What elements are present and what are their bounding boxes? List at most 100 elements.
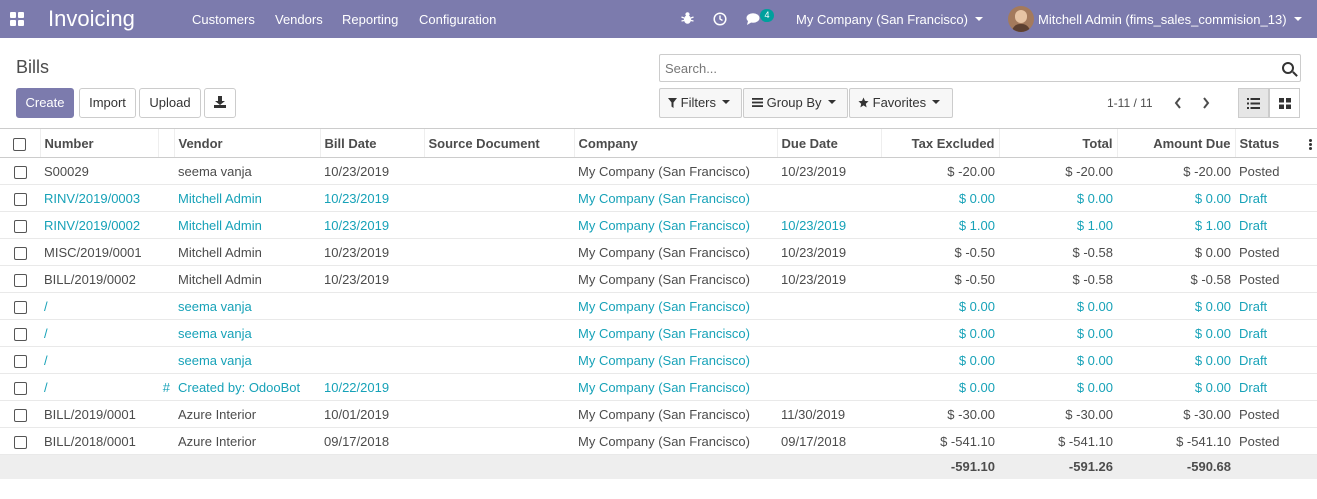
row-checkbox-cell[interactable] (0, 346, 40, 374)
cell-number[interactable]: BILL/2019/0002 (40, 265, 158, 293)
cell-amount-due[interactable]: $ 0.00 (1117, 346, 1235, 374)
filters-button[interactable]: Filters (659, 88, 742, 118)
group-by-button[interactable]: Group By (743, 88, 848, 118)
table-row[interactable]: / seema vanja My Company (San Francisco) $ … (0, 292, 1317, 320)
cell-tax-excluded[interactable]: $ 0.00 (881, 373, 999, 401)
cell-vendor[interactable]: Mitchell Admin (174, 184, 320, 212)
cell-tax-excluded[interactable]: $ -20.00 (881, 157, 999, 185)
cell-status[interactable]: Posted (1235, 427, 1317, 455)
cell-number[interactable]: / (40, 292, 158, 320)
row-checkbox[interactable] (13, 219, 27, 233)
kanban-view-button[interactable] (1269, 88, 1300, 118)
cell-vendor[interactable]: Azure Interior (174, 400, 320, 428)
cell-activity[interactable] (158, 400, 174, 428)
company-switcher[interactable]: My Company (San Francisco) (796, 12, 983, 27)
row-checkbox-cell[interactable] (0, 292, 40, 320)
import-button[interactable]: Import (79, 88, 136, 118)
row-checkbox[interactable] (13, 435, 27, 449)
column-bill-date[interactable]: Bill Date (319, 128, 424, 158)
cell-total[interactable]: $ 1.00 (999, 211, 1117, 239)
table-row[interactable]: RINV/2019/0002 Mitchell Admin 10/23/2019 My… (0, 211, 1317, 239)
cell-tax-excluded[interactable]: $ 0.00 (881, 346, 999, 374)
table-row[interactable]: BILL/2019/0001 Azure Interior 10/01/2019 My… (0, 400, 1317, 428)
upload-button[interactable]: Upload (139, 88, 201, 118)
cell-vendor[interactable]: Created by: OdooBot (174, 373, 320, 401)
row-checkbox-cell[interactable] (0, 373, 40, 401)
cell-amount-due[interactable]: $ -541.10 (1117, 427, 1235, 455)
bug-icon[interactable] (681, 11, 694, 25)
cell-activity[interactable] (158, 265, 174, 293)
cell-total[interactable]: $ 0.00 (999, 184, 1117, 212)
cell-number[interactable]: MISC/2019/0001 (40, 238, 158, 266)
cell-activity[interactable]: # (158, 373, 174, 401)
table-row[interactable]: / seema vanja My Company (San Francisco) $ … (0, 319, 1317, 347)
cell-bill-date[interactable]: 10/23/2019 (320, 265, 424, 293)
table-row[interactable]: BILL/2018/0001 Azure Interior 09/17/2018 My… (0, 427, 1317, 455)
cell-vendor[interactable]: Mitchell Admin (174, 211, 320, 239)
menu-configuration[interactable]: Configuration (419, 12, 496, 27)
cell-due-date[interactable] (777, 292, 881, 320)
menu-vendors[interactable]: Vendors (275, 12, 323, 27)
cell-vendor[interactable]: Azure Interior (174, 427, 320, 455)
cell-bill-date[interactable] (320, 346, 424, 374)
cell-amount-due[interactable]: $ 0.00 (1117, 373, 1235, 401)
cell-activity[interactable] (158, 346, 174, 374)
create-button[interactable]: Create (16, 88, 74, 118)
search-input[interactable] (665, 59, 1265, 77)
column-total[interactable]: Total (998, 128, 1117, 158)
menu-reporting[interactable]: Reporting (342, 12, 398, 27)
cell-bill-date[interactable]: 10/23/2019 (320, 184, 424, 212)
cell-number[interactable]: BILL/2019/0001 (40, 400, 158, 428)
cell-amount-due[interactable]: $ -30.00 (1117, 400, 1235, 428)
cell-amount-due[interactable]: $ 0.00 (1117, 238, 1235, 266)
cell-due-date[interactable]: 10/23/2019 (777, 265, 881, 293)
cell-amount-due[interactable]: $ 0.00 (1117, 319, 1235, 347)
cell-tax-excluded[interactable]: $ -0.50 (881, 265, 999, 293)
row-checkbox[interactable] (13, 354, 27, 368)
cell-tax-excluded[interactable]: $ -541.10 (881, 427, 999, 455)
cell-status[interactable]: Posted (1235, 400, 1317, 428)
cell-total[interactable]: $ -0.58 (999, 238, 1117, 266)
cell-company[interactable]: My Company (San Francisco) (574, 373, 777, 401)
cell-bill-date[interactable]: 10/23/2019 (320, 211, 424, 239)
cell-status[interactable]: Posted (1235, 157, 1317, 185)
cell-activity[interactable] (158, 238, 174, 266)
download-button[interactable] (204, 88, 236, 118)
row-checkbox-cell[interactable] (0, 319, 40, 347)
cell-company[interactable]: My Company (San Francisco) (574, 265, 777, 293)
pager-value[interactable]: 1-11 / 11 (1107, 97, 1153, 110)
cell-company[interactable]: My Company (San Francisco) (574, 184, 777, 212)
cell-total[interactable]: $ 0.00 (999, 319, 1117, 347)
row-checkbox[interactable] (13, 327, 27, 341)
cell-vendor[interactable]: Mitchell Admin (174, 238, 320, 266)
cell-source-document[interactable] (424, 346, 574, 374)
cell-due-date[interactable] (777, 346, 881, 374)
row-checkbox[interactable] (13, 381, 27, 395)
cell-activity[interactable] (158, 292, 174, 320)
cell-number[interactable]: / (40, 346, 158, 374)
chevron-right-icon[interactable] (1202, 97, 1210, 109)
cell-status[interactable]: Draft (1235, 211, 1317, 239)
cell-activity[interactable] (158, 157, 174, 185)
row-checkbox[interactable] (13, 165, 27, 179)
cell-number[interactable]: BILL/2018/0001 (40, 427, 158, 455)
cell-status[interactable]: Draft (1235, 373, 1317, 401)
cell-amount-due[interactable]: $ 0.00 (1117, 292, 1235, 320)
cell-amount-due[interactable]: $ 1.00 (1117, 211, 1235, 239)
column-status[interactable]: Status (1234, 128, 1317, 158)
cell-company[interactable]: My Company (San Francisco) (574, 346, 777, 374)
row-checkbox-cell[interactable] (0, 157, 40, 185)
cell-amount-due[interactable]: $ -20.00 (1117, 157, 1235, 185)
row-checkbox[interactable] (13, 273, 27, 287)
cell-company[interactable]: My Company (San Francisco) (574, 211, 777, 239)
cell-vendor[interactable]: Mitchell Admin (174, 265, 320, 293)
table-row[interactable]: MISC/2019/0001 Mitchell Admin 10/23/2019 My… (0, 238, 1317, 266)
cell-status[interactable]: Posted (1235, 238, 1317, 266)
table-row[interactable]: / seema vanja My Company (San Francisco) $ … (0, 346, 1317, 374)
column-company[interactable]: Company (573, 128, 777, 158)
column-due-date[interactable]: Due Date (776, 128, 881, 158)
search-bar[interactable] (659, 54, 1301, 82)
cell-bill-date[interactable]: 10/01/2019 (320, 400, 424, 428)
row-checkbox-cell[interactable] (0, 211, 40, 239)
cell-due-date[interactable]: 10/23/2019 (777, 238, 881, 266)
